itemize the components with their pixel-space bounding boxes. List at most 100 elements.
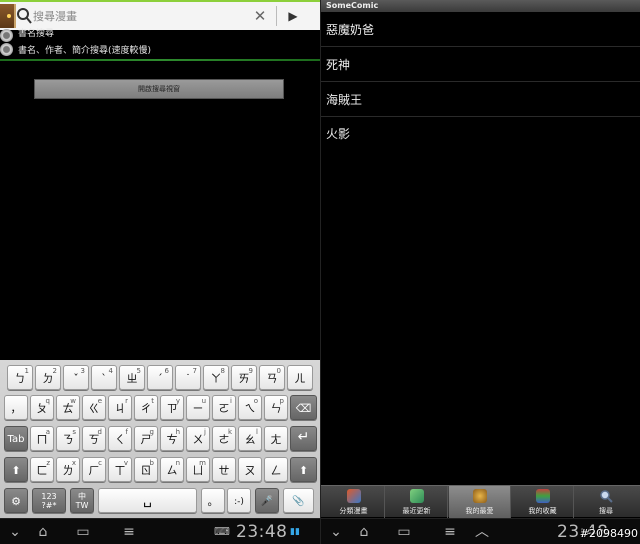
key[interactable]: 3ˇ xyxy=(63,365,89,390)
tab-collection[interactable]: 我的收藏 xyxy=(512,486,574,518)
key[interactable]: dㄎ xyxy=(82,426,106,451)
clipboard-key[interactable]: 📎 xyxy=(283,488,314,513)
key[interactable]: iㄛ xyxy=(212,395,236,420)
zhuyin-keyboard: 1ㄅ 2ㄉ 3ˇ 4ˋ 5ㄓ 6ˊ 7 ˙ 8ㄚ 9ㄞ 0ㄢ ㄦ ， qㄆ wㄊ … xyxy=(0,360,320,518)
tab-favorites[interactable]: 我的最愛 xyxy=(449,486,511,518)
paperclip-icon: 📎 xyxy=(292,496,305,507)
keyboard-icon: ⌨ xyxy=(214,525,230,538)
comic-list-item[interactable]: 惡魔奶爸 xyxy=(321,13,640,47)
recent-apps-icon[interactable]: ▭ xyxy=(393,524,415,540)
home-icon[interactable]: ⌂ xyxy=(353,524,375,540)
key[interactable]: 5ㄓ xyxy=(119,365,145,390)
app-title-bar: SomeComic xyxy=(321,0,640,12)
key[interactable]: 7 ˙ xyxy=(175,365,201,390)
system-nav-bar: ⌄ ⌂ ▭ ≡ ⌨ 23:48 ▮▮ xyxy=(0,518,320,544)
favorite-icon xyxy=(473,489,487,503)
key[interactable]: aㄇ xyxy=(30,426,54,451)
key[interactable]: 2ㄉ xyxy=(35,365,61,390)
search-divider xyxy=(276,6,277,26)
collection-icon xyxy=(536,489,550,503)
key[interactable]: jㄨ xyxy=(186,426,210,451)
key[interactable]: ㄝ xyxy=(212,457,236,482)
mic-key[interactable]: 🎤 xyxy=(255,488,279,513)
back-icon[interactable]: ⌄ xyxy=(325,524,347,540)
key[interactable]: hㄘ xyxy=(160,426,184,451)
watermark: #2098490 xyxy=(579,527,638,540)
key[interactable]: ㄤ xyxy=(264,426,288,451)
clock: 23:48 xyxy=(236,522,288,542)
key[interactable]: lㄠ xyxy=(238,426,262,451)
key[interactable]: 9ㄞ xyxy=(231,365,257,390)
key[interactable]: rㄐ xyxy=(108,395,132,420)
key[interactable]: vㄒ xyxy=(108,457,132,482)
key[interactable]: bㄖ xyxy=(134,457,158,482)
open-search-window-button[interactable]: 開啟搜尋視窗 xyxy=(34,79,284,99)
key[interactable]: 1ㄅ xyxy=(7,365,33,390)
symbols-key[interactable]: 123 ?#* xyxy=(32,488,66,513)
key[interactable]: 4ˋ xyxy=(91,365,117,390)
search-input[interactable] xyxy=(33,5,243,27)
space-key[interactable]: ␣ xyxy=(98,488,197,513)
comic-list-item[interactable]: 火影 xyxy=(321,117,640,151)
key[interactable]: ㄡ xyxy=(238,457,262,482)
key[interactable]: fㄑ xyxy=(108,426,132,451)
chevron-up-icon[interactable]: ︿ xyxy=(471,524,493,540)
key[interactable]: mㄩ xyxy=(186,457,210,482)
home-icon[interactable]: ⌂ xyxy=(32,524,54,540)
category-icon xyxy=(347,489,361,503)
emoticon-key[interactable]: :-) xyxy=(227,488,251,513)
clear-icon[interactable]: ✕ xyxy=(250,6,270,26)
key[interactable]: qㄆ xyxy=(30,395,54,420)
menu-icon[interactable]: ≡ xyxy=(118,524,140,540)
key[interactable]: oㄟ xyxy=(238,395,262,420)
key[interactable]: pㄣ xyxy=(264,395,288,420)
key[interactable]: uㄧ xyxy=(186,395,210,420)
key[interactable]: wㄊ xyxy=(56,395,80,420)
key[interactable]: yㄗ xyxy=(160,395,184,420)
option-label: 書名搜尋 xyxy=(18,29,55,39)
app-book-icon xyxy=(0,4,16,28)
comic-list-item[interactable]: 海賊王 xyxy=(321,83,640,117)
radio-button[interactable] xyxy=(0,29,13,42)
shift-key-right[interactable]: ⬆ xyxy=(290,457,317,482)
key[interactable]: zㄈ xyxy=(30,457,54,482)
language-key[interactable]: 中 TW xyxy=(70,488,94,513)
key[interactable]: sㄋ xyxy=(56,426,80,451)
settings-key[interactable]: ⚙ xyxy=(4,488,28,513)
tab-search[interactable]: 搜尋 xyxy=(575,486,637,518)
key[interactable]: 0ㄢ xyxy=(259,365,285,390)
comic-list-item[interactable]: 死神 xyxy=(321,48,640,82)
tab-key[interactable]: Tab xyxy=(4,426,28,451)
key[interactable]: kㄜ xyxy=(212,426,236,451)
key[interactable]: xㄌ xyxy=(56,457,80,482)
tab-category[interactable]: 分類漫畫 xyxy=(323,486,385,518)
right-pane: SomeComic 惡魔奶爸 死神 海賊王 火影 分類漫畫 最近更新 我的最愛 … xyxy=(320,0,640,544)
search-icon xyxy=(600,490,613,503)
search-go-button[interactable]: ▶ xyxy=(284,6,302,26)
menu-icon[interactable]: ≡ xyxy=(439,524,461,540)
radio-button[interactable] xyxy=(0,43,13,56)
update-icon xyxy=(410,489,424,503)
enter-key[interactable]: ↵ xyxy=(290,426,317,451)
key-comma[interactable]: ， xyxy=(4,395,28,420)
key[interactable]: cㄏ xyxy=(82,457,106,482)
key[interactable]: ㄦ xyxy=(287,365,313,390)
microphone-icon: 🎤 xyxy=(260,496,274,507)
option-label: 書名、作者、簡介搜尋(速度較慢) xyxy=(18,46,152,56)
key[interactable]: 6ˊ xyxy=(147,365,173,390)
recent-apps-icon[interactable]: ▭ xyxy=(72,524,94,540)
key[interactable]: nㄙ xyxy=(160,457,184,482)
tab-recent-updates[interactable]: 最近更新 xyxy=(386,486,448,518)
key[interactable]: gㄕ xyxy=(134,426,158,451)
search-option-title[interactable]: 書名搜尋 xyxy=(0,28,320,42)
key[interactable]: eㄍ xyxy=(82,395,106,420)
search-icon xyxy=(17,8,32,24)
search-option-full[interactable]: 書名、作者、簡介搜尋(速度較慢) xyxy=(0,42,320,56)
key[interactable]: 8ㄚ xyxy=(203,365,229,390)
back-icon[interactable]: ⌄ xyxy=(4,524,26,540)
key[interactable]: ㄥ xyxy=(264,457,288,482)
key[interactable]: tㄔ xyxy=(134,395,158,420)
period-key[interactable]: 。 xyxy=(201,488,225,513)
shift-key[interactable]: ⬆ xyxy=(4,457,28,482)
backspace-key[interactable]: ⌫ xyxy=(290,395,317,420)
